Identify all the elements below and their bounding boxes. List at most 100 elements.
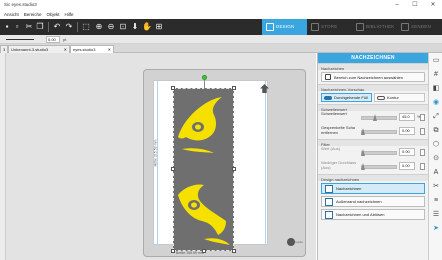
- page-setup-icon[interactable]: ▭: [430, 55, 442, 67]
- save-icon[interactable]: ▪: [2, 22, 12, 32]
- despeckle-input[interactable]: 0.00: [399, 127, 415, 135]
- page-area: Breite 155.95 mm Höhe 215.53 mm: [153, 75, 269, 255]
- send-icon: [401, 23, 409, 31]
- trace-icon: [325, 184, 333, 193]
- redo-icon[interactable]: ↷: [64, 22, 74, 32]
- main-toolbar: ▪ ▫ ✂ ❐ ↶ ↷ ⬚ ⊕ ⊖ ⊡ ⬇ ✋ ⊞ DESIGN STORE B…: [0, 19, 442, 35]
- tab-library[interactable]: BIBLIOTHEK: [352, 19, 397, 35]
- cut-settings-icon[interactable]: ✂: [430, 181, 442, 193]
- despeckle-stepper[interactable]: [420, 128, 425, 135]
- modify-icon[interactable]: ⬡: [430, 139, 442, 151]
- copy-icon[interactable]: ❐: [35, 22, 45, 32]
- select-trace-area-label: Bereich zum Nachzeichnen auswählen: [334, 74, 403, 80]
- trace-button[interactable]: Nachzeichnen: [321, 183, 425, 194]
- menu-item-objekt[interactable]: Objekt: [47, 11, 60, 19]
- trace-panel: NACHZEICHNEN Nachzeichen Bereich zum Nac…: [317, 53, 428, 260]
- zoom-out-icon[interactable]: ⊖: [106, 22, 116, 32]
- resize-handle[interactable]: [232, 167, 236, 171]
- offset-icon[interactable]: ⊙: [430, 153, 442, 165]
- section-label: Nachzeichnen-Vorschau: [318, 84, 428, 92]
- mat-logo-text: silhouette: [290, 240, 303, 244]
- undo-icon[interactable]: ↶: [52, 22, 62, 32]
- design-icon: [266, 23, 274, 31]
- move-down-icon[interactable]: ⬇: [130, 22, 140, 32]
- height-dimension: Höhe 215.53 mm: [153, 139, 158, 167]
- filled-style-icon: [324, 95, 332, 100]
- panel-title: NACHZEICHNEN: [318, 53, 428, 63]
- hold-slider[interactable]: [361, 151, 397, 155]
- maximize-icon[interactable]: ☐: [406, 0, 424, 10]
- trace-tool-icon[interactable]: ◉: [430, 97, 442, 109]
- resize-handle[interactable]: [232, 86, 236, 90]
- section-label: Design nachzeichnen: [318, 174, 428, 182]
- home-icon[interactable]: [260, 84, 269, 93]
- trace-outer-edge-icon: [325, 197, 333, 206]
- library-icon: [356, 23, 364, 31]
- line-width-unit: pt: [63, 37, 67, 42]
- style-outline-option[interactable]: Kontur: [374, 93, 425, 102]
- hold-stepper[interactable]: [420, 149, 425, 156]
- trace-outer-edge-button[interactable]: Außenrand nachzeichnen: [321, 196, 425, 207]
- close-icon[interactable]: ✕: [424, 0, 442, 10]
- resize-handle[interactable]: [171, 86, 175, 90]
- resize-handle[interactable]: [171, 167, 175, 171]
- doc-tab-label: Unbenannt-3.studio3: [11, 47, 49, 52]
- eyes-artwork: [178, 97, 230, 245]
- threshold-input[interactable]: 45.0: [399, 113, 415, 121]
- fill-icon[interactable]: ◧: [430, 83, 442, 95]
- hold-input[interactable]: 0.00: [399, 148, 415, 156]
- replicate-icon[interactable]: ⧉: [430, 125, 442, 137]
- style-filled-option[interactable]: Durchgehende Füll: [321, 93, 372, 102]
- transform-icon[interactable]: ⤢: [430, 111, 442, 123]
- section-label: Filter: [318, 139, 428, 147]
- resize-handle[interactable]: [232, 249, 236, 253]
- line-style-selector[interactable]: [6, 39, 34, 40]
- menu-item-ansicht[interactable]: Ansicht: [4, 11, 19, 19]
- layers-icon[interactable]: ☰: [430, 209, 442, 221]
- doc-tab-active[interactable]: eyes.studio3 ✕: [70, 45, 114, 53]
- trace-outer-edge-label: Außenrand nachzeichnen: [336, 199, 382, 204]
- design-workspace[interactable]: Breite 155.95 mm Höhe 215.53 mm silhouet…: [6, 53, 316, 260]
- tab-store[interactable]: STORE: [307, 19, 352, 35]
- zoom-fit-icon[interactable]: ⊡: [118, 22, 128, 32]
- lowpass-slider[interactable]: [361, 165, 397, 169]
- selected-image[interactable]: [171, 75, 269, 253]
- right-tool-strip: ▭ # ◧ ◉ ⤢ ⧉ ⬡ ⊙ A ✂ ≡ ☰ ➤: [428, 53, 442, 260]
- doc-tab[interactable]: Unbenannt-3.studio3 ✕: [8, 45, 70, 53]
- select-icon[interactable]: ⬚: [81, 22, 91, 32]
- grid-icon[interactable]: #: [430, 69, 442, 81]
- threshold-stepper[interactable]: [420, 114, 425, 121]
- zoom-in-icon[interactable]: ⊕: [94, 22, 104, 32]
- toolbar-divider: [77, 22, 78, 32]
- lowpass-input[interactable]: 0.00: [399, 162, 415, 170]
- minimize-icon[interactable]: –: [388, 0, 406, 10]
- send-shortcut-icon[interactable]: ➤: [430, 223, 442, 235]
- cut-icon[interactable]: ✂: [24, 22, 34, 32]
- menu-item-bereiche[interactable]: Bereiche: [24, 11, 42, 19]
- trace-and-release-button[interactable]: Nachzeichnen und Ablösen: [321, 209, 425, 220]
- line-width-input[interactable]: 0.00: [46, 36, 60, 43]
- despeckle-slider[interactable]: [361, 130, 397, 134]
- cutting-mat: Breite 155.95 mm Höhe 215.53 mm silhouet…: [143, 69, 306, 257]
- pan-icon[interactable]: ✋: [142, 22, 152, 32]
- despeckle-field: Gesprenkelte Scha entfernen 0.00: [321, 125, 425, 139]
- tab-send[interactable]: SENDEN: [397, 19, 432, 35]
- redraw-icon[interactable]: ⊞: [154, 22, 164, 32]
- threshold-slider[interactable]: [361, 116, 397, 120]
- doc-tab[interactable]: 3: [0, 45, 8, 53]
- section-label: Schwellenwert: [318, 104, 428, 112]
- close-tab-icon[interactable]: ✕: [108, 46, 111, 53]
- window-title: Sic eyes.studio3: [4, 2, 37, 7]
- tab-library-label: BIBLIOTHEK: [366, 24, 395, 29]
- print-icon[interactable]: ▫: [12, 22, 22, 32]
- select-trace-area-button[interactable]: Bereich zum Nachzeichnen auswählen: [321, 72, 425, 82]
- align-icon[interactable]: ≡: [430, 195, 442, 207]
- lowpass-stepper[interactable]: [420, 163, 425, 170]
- text-style-icon[interactable]: A: [430, 167, 442, 179]
- menu-item-hilfe[interactable]: Hilfe: [65, 11, 74, 19]
- close-tab-icon[interactable]: ✕: [64, 46, 67, 53]
- tab-design[interactable]: DESIGN: [262, 19, 307, 35]
- rotate-handle[interactable]: [202, 75, 207, 80]
- resize-handle[interactable]: [171, 249, 175, 253]
- lowpass-label: Niedriger Durchlass (Aus): [321, 160, 357, 170]
